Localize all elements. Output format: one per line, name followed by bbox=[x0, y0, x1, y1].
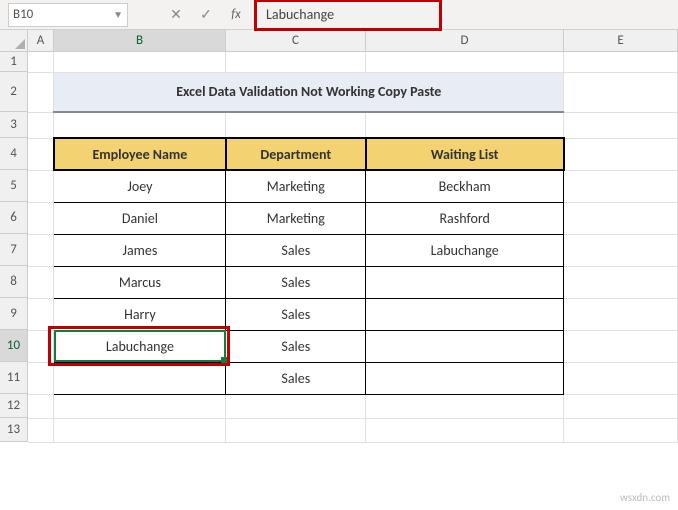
cells-area[interactable]: Excel Data Validation Not Working Copy P… bbox=[28, 52, 678, 510]
cell-B6[interactable]: Daniel bbox=[54, 202, 226, 234]
cell-D5[interactable]: Beckham bbox=[366, 170, 564, 202]
row-header-1[interactable]: 1 bbox=[0, 52, 28, 72]
cell-C7[interactable]: Sales bbox=[226, 234, 366, 266]
formula-bar-icons: ✕ ✓ fx bbox=[168, 6, 244, 23]
select-all-button[interactable] bbox=[0, 30, 28, 52]
cell-E1[interactable] bbox=[564, 52, 678, 72]
cell-E3[interactable] bbox=[564, 112, 678, 138]
cell-C3[interactable] bbox=[226, 112, 366, 138]
cell-E8[interactable] bbox=[564, 266, 678, 298]
row-header-11[interactable]: 11 bbox=[0, 362, 28, 394]
watermark: wsxdn.com bbox=[620, 491, 670, 504]
cell-E9[interactable] bbox=[564, 298, 678, 330]
col-header-b[interactable]: B bbox=[54, 30, 226, 52]
cell-B11[interactable] bbox=[54, 362, 226, 394]
cell-A13[interactable] bbox=[28, 418, 54, 442]
cell-D10[interactable] bbox=[366, 330, 564, 362]
cell-D1[interactable] bbox=[366, 52, 564, 72]
cell-B5[interactable]: Joey bbox=[54, 170, 226, 202]
cell-A8[interactable] bbox=[28, 266, 54, 298]
cell-E7[interactable] bbox=[564, 234, 678, 266]
row-header-12[interactable]: 12 bbox=[0, 394, 28, 418]
cell-A11[interactable] bbox=[28, 362, 54, 394]
enter-icon[interactable]: ✓ bbox=[198, 6, 214, 23]
row-headers: 12345678910111213 bbox=[0, 52, 28, 442]
row-header-3[interactable]: 3 bbox=[0, 112, 28, 138]
cell-B2[interactable]: Excel Data Validation Not Working Copy P… bbox=[54, 72, 564, 112]
col-header-d[interactable]: D bbox=[366, 30, 564, 52]
cell-E12[interactable] bbox=[564, 394, 678, 418]
fx-icon[interactable]: fx bbox=[228, 7, 244, 22]
formula-input-value: Labuchange bbox=[262, 6, 334, 23]
cell-D12[interactable] bbox=[366, 394, 564, 418]
cell-A5[interactable] bbox=[28, 170, 54, 202]
cell-E13[interactable] bbox=[564, 418, 678, 442]
cell-D9[interactable] bbox=[366, 298, 564, 330]
cell-C13[interactable] bbox=[226, 418, 366, 442]
spreadsheet-grid: 12345678910111213 ABCDE Excel Data Valid… bbox=[0, 30, 678, 510]
cancel-icon[interactable]: ✕ bbox=[168, 6, 184, 23]
cell-A7[interactable] bbox=[28, 234, 54, 266]
cell-B12[interactable] bbox=[54, 394, 226, 418]
cell-C8[interactable]: Sales bbox=[226, 266, 366, 298]
name-box-value: B10 bbox=[13, 7, 33, 22]
cell-C12[interactable] bbox=[226, 394, 366, 418]
name-box[interactable]: B10 ▼ bbox=[8, 3, 128, 27]
cell-D6[interactable]: Rashford bbox=[366, 202, 564, 234]
cell-A2[interactable] bbox=[28, 72, 54, 112]
cell-A4[interactable] bbox=[28, 138, 54, 170]
cell-A10[interactable] bbox=[28, 330, 54, 362]
cell-D7[interactable]: Labuchange bbox=[366, 234, 564, 266]
formula-bar: B10 ▼ ✕ ✓ fx Labuchange bbox=[0, 0, 678, 30]
cell-A12[interactable] bbox=[28, 394, 54, 418]
cell-D3[interactable] bbox=[366, 112, 564, 138]
cell-B13[interactable] bbox=[54, 418, 226, 442]
cell-C10[interactable]: Sales bbox=[226, 330, 366, 362]
col-header-c[interactable]: C bbox=[226, 30, 366, 52]
cell-B10[interactable]: Labuchange bbox=[54, 330, 226, 362]
row-header-5[interactable]: 5 bbox=[0, 170, 28, 202]
cell-E10[interactable] bbox=[564, 330, 678, 362]
row-header-13[interactable]: 13 bbox=[0, 418, 28, 442]
chevron-down-icon[interactable]: ▼ bbox=[113, 8, 123, 21]
formula-input-wrap[interactable]: Labuchange bbox=[262, 3, 668, 27]
row-header-2[interactable]: 2 bbox=[0, 72, 28, 112]
cell-E5[interactable] bbox=[564, 170, 678, 202]
cell-C5[interactable]: Marketing bbox=[226, 170, 366, 202]
cell-A9[interactable] bbox=[28, 298, 54, 330]
row-header-10[interactable]: 10 bbox=[0, 330, 28, 362]
cell-B9[interactable]: Harry bbox=[54, 298, 226, 330]
cell-C6[interactable]: Marketing bbox=[226, 202, 366, 234]
row-header-6[interactable]: 6 bbox=[0, 202, 28, 234]
cell-B3[interactable] bbox=[54, 112, 226, 138]
cell-A1[interactable] bbox=[28, 52, 54, 72]
cell-E6[interactable] bbox=[564, 202, 678, 234]
cell-A3[interactable] bbox=[28, 112, 54, 138]
cell-D13[interactable] bbox=[366, 418, 564, 442]
col-header-e[interactable]: E bbox=[564, 30, 678, 52]
col-header-a[interactable]: A bbox=[28, 30, 54, 52]
cell-C11[interactable]: Sales bbox=[226, 362, 366, 394]
cell-B7[interactable]: James bbox=[54, 234, 226, 266]
cell-B8[interactable]: Marcus bbox=[54, 266, 226, 298]
row-header-9[interactable]: 9 bbox=[0, 298, 28, 330]
row-header-8[interactable]: 8 bbox=[0, 266, 28, 298]
cell-D11[interactable] bbox=[366, 362, 564, 394]
cell-D4[interactable]: Waiting List bbox=[366, 138, 564, 170]
cell-C9[interactable]: Sales bbox=[226, 298, 366, 330]
cell-A6[interactable] bbox=[28, 202, 54, 234]
column-headers: ABCDE bbox=[28, 30, 678, 52]
cell-E11[interactable] bbox=[564, 362, 678, 394]
cell-E4[interactable] bbox=[564, 138, 678, 170]
cell-B4[interactable]: Employee Name bbox=[54, 138, 226, 170]
cell-C4[interactable]: Department bbox=[226, 138, 366, 170]
cell-C1[interactable] bbox=[226, 52, 366, 72]
cell-B1[interactable] bbox=[54, 52, 226, 72]
cell-D8[interactable] bbox=[366, 266, 564, 298]
cell-E2[interactable] bbox=[564, 72, 678, 112]
row-header-7[interactable]: 7 bbox=[0, 234, 28, 266]
row-header-4[interactable]: 4 bbox=[0, 138, 28, 170]
